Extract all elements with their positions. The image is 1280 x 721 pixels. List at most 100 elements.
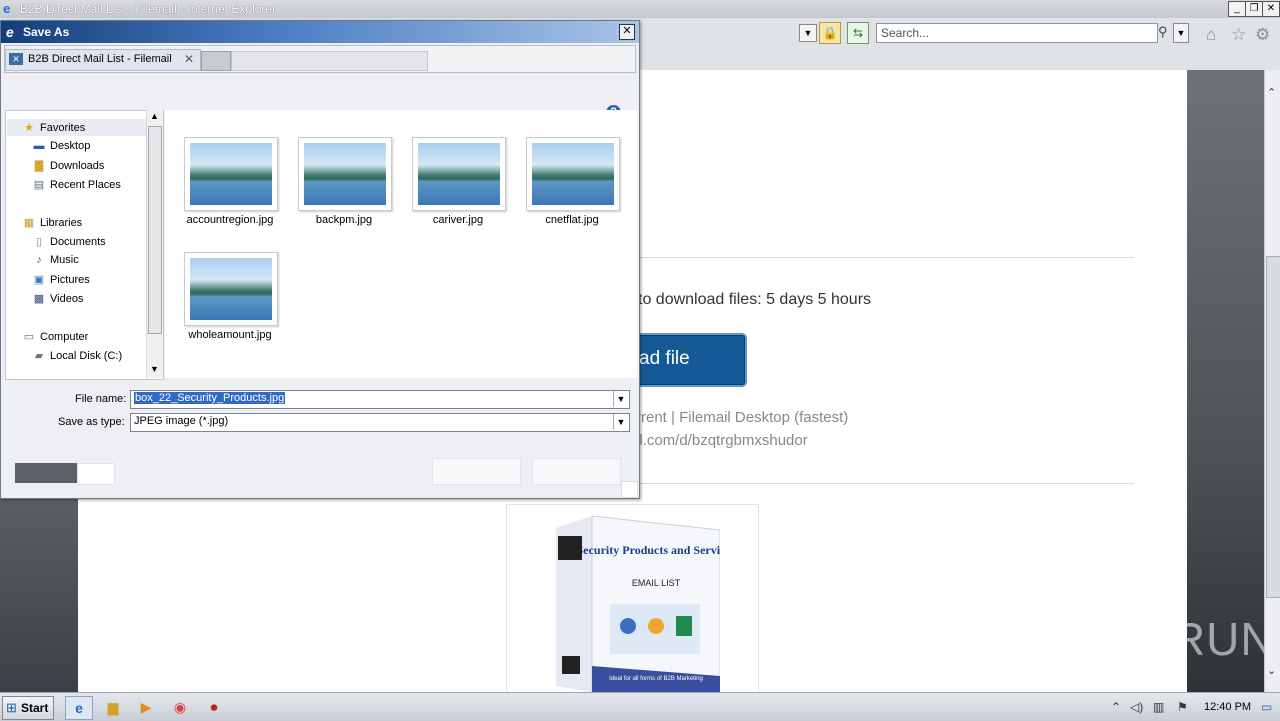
save-button[interactable]	[432, 458, 521, 485]
nav-item-local-disk[interactable]: ▰ Local Disk (C:)	[31, 349, 122, 362]
download-links[interactable]: rrent | Filemail Desktop (fastest)	[636, 409, 848, 426]
divider	[638, 257, 1134, 258]
file-name-label: accountregion.jpg	[186, 214, 274, 226]
share-url[interactable]: il.com/d/bzqtrgbmxshudor	[636, 432, 808, 449]
scroll-up-icon[interactable]: ▲	[150, 111, 159, 121]
file-item[interactable]	[184, 252, 278, 326]
image-thumbnail	[184, 137, 278, 211]
expiry-text: to download files: 5 days 5 hours	[638, 291, 872, 308]
minimize-button[interactable]: _	[1228, 1, 1246, 17]
nav-item-downloads[interactable]: ▇ Downloads	[31, 159, 105, 172]
chrome-taskbar-icon[interactable]: ◉	[167, 696, 193, 718]
save-type-select[interactable]: JPEG image (*.jpg)	[130, 413, 630, 432]
nav-label: Videos	[50, 293, 84, 305]
file-name-label: backpm.jpg	[315, 214, 373, 226]
browser-window-title: B2B Direct Mail List - Filemail - Intern…	[20, 2, 277, 16]
resize-grip[interactable]	[621, 481, 638, 498]
download-button-label: ad file	[639, 348, 690, 369]
image-thumbnail	[412, 137, 506, 211]
window-close-button[interactable]: ✕	[1262, 1, 1280, 17]
show-hidden-icons-icon[interactable]: ⌃	[1111, 700, 1121, 714]
file-item[interactable]	[184, 137, 278, 211]
recent-places-icon: ▤	[33, 179, 45, 191]
action-center-flag-icon[interactable]: ⚑	[1177, 700, 1188, 714]
ie-logo-icon: e	[3, 1, 11, 16]
antivirus-taskbar-icon[interactable]: ⏺	[201, 696, 227, 718]
scrollbar-thumb[interactable]	[1266, 256, 1280, 598]
nav-item-documents[interactable]: ▯ Documents	[31, 235, 106, 248]
favorites-star-icon[interactable]: ☆	[1231, 25, 1246, 45]
save-type-dropdown-icon[interactable]: ▼	[613, 414, 628, 430]
maximize-button[interactable]: ❐	[1245, 1, 1263, 17]
file-name-label: cariver.jpg	[432, 214, 484, 226]
network-icon[interactable]: ▥	[1153, 700, 1164, 714]
search-input[interactable]: Search...	[876, 23, 1158, 43]
start-button[interactable]: ⊞ Start	[2, 696, 54, 720]
hide-folders-button-right[interactable]	[77, 463, 115, 485]
file-item[interactable]	[298, 137, 392, 211]
tab-label: B2B Direct Mail List - Filemail	[28, 53, 172, 65]
file-item[interactable]	[412, 137, 506, 211]
scroll-up-icon[interactable]: ⌃	[1267, 86, 1276, 99]
save-as-dialog: e Save As ✕ ✕ B2B Direct Mail List - Fil…	[0, 20, 640, 499]
divider	[638, 483, 1134, 484]
search-icon[interactable]: ⚲	[1158, 23, 1172, 41]
file-name-input[interactable]: box_22_Security_Products.jpg	[130, 390, 630, 409]
nav-item-computer[interactable]: ▭ Computer	[21, 330, 89, 343]
nav-item-music[interactable]: ♪ Music	[31, 254, 79, 266]
product-box-image: Security Products and Services EMAIL LIS…	[556, 516, 720, 692]
dialog-close-button[interactable]: ✕	[619, 24, 635, 40]
taskbar-clock[interactable]: 12:40 PM	[1204, 701, 1251, 713]
nav-item-recent-places[interactable]: ▤ Recent Places	[31, 178, 121, 191]
address-dropdown-button[interactable]: ▼	[799, 24, 817, 42]
media-player-taskbar-icon[interactable]: ▶	[133, 696, 159, 718]
save-type-value: JPEG image (*.jpg)	[134, 415, 229, 427]
taskbar: ⊞ Start e ▆ ▶ ◉ ⏺ ⌃ ◁) ▥ ⚑ 12:40 PM ▭	[0, 692, 1280, 721]
product-title: Security Products and Services	[577, 543, 720, 557]
show-desktop-icon[interactable]: ▭	[1261, 700, 1272, 714]
nav-scrollbar-thumb[interactable]	[148, 126, 162, 334]
nav-label: Music	[50, 254, 79, 266]
ie-taskbar-icon[interactable]: e	[65, 696, 93, 720]
refresh-icon[interactable]: ⇆	[847, 22, 869, 44]
star-icon: ★	[24, 122, 34, 134]
nav-label: Computer	[40, 331, 89, 343]
search-dropdown-button[interactable]: ▼	[1173, 23, 1189, 43]
product-subtitle: EMAIL LIST	[632, 578, 681, 588]
product-tagline: Ideal for all forms of B2B Marketing	[609, 676, 703, 682]
nav-label: Desktop	[50, 140, 91, 152]
nav-scrollbar[interactable]: ▲ ▼	[146, 110, 163, 378]
close-tab-icon[interactable]: ✕	[184, 52, 194, 66]
tab-new[interactable]	[201, 51, 231, 71]
lock-icon[interactable]: 🔒	[819, 22, 841, 44]
search-placeholder: Search...	[881, 26, 930, 40]
nav-item-desktop[interactable]: ▬ Desktop	[31, 140, 91, 152]
libraries-icon: ▦	[23, 217, 35, 229]
start-label: Start	[21, 701, 49, 715]
nav-item-libraries[interactable]: ▦ Libraries	[21, 216, 82, 229]
nav-label: Local Disk (C:)	[50, 350, 123, 362]
filemail-tab-icon: ✕	[9, 53, 23, 65]
nav-item-favorites[interactable]: ★ Favorites	[21, 121, 85, 134]
scroll-down-icon[interactable]: ▼	[150, 364, 159, 374]
explorer-taskbar-icon[interactable]: ▆	[100, 696, 126, 718]
nav-item-pictures[interactable]: ▣ Pictures	[31, 273, 90, 286]
videos-icon: ▩	[33, 293, 45, 305]
file-item[interactable]	[526, 137, 620, 211]
hide-folders-button[interactable]	[15, 463, 77, 483]
cancel-button[interactable]	[532, 458, 621, 485]
save-type-label: Save as type:	[58, 416, 125, 428]
home-icon[interactable]: ⌂	[1206, 25, 1216, 45]
nav-label: Libraries	[40, 217, 83, 229]
file-name-dropdown-icon[interactable]: ▼	[613, 391, 628, 407]
nav-label: Pictures	[50, 274, 90, 286]
dialog-title-bar[interactable]: e Save As	[1, 21, 639, 43]
tab-blank[interactable]	[231, 51, 428, 71]
windows-logo-icon: ⊞	[6, 700, 17, 715]
page-scrollbar[interactable]: ⌃ ⌄	[1264, 70, 1280, 692]
tab-filemail[interactable]: ✕ B2B Direct Mail List - Filemail ✕	[5, 49, 201, 71]
gear-icon[interactable]: ⚙	[1255, 25, 1270, 45]
volume-icon[interactable]: ◁)	[1130, 700, 1143, 714]
scroll-down-icon[interactable]: ⌄	[1267, 664, 1276, 677]
nav-item-videos[interactable]: ▩ Videos	[31, 292, 84, 305]
